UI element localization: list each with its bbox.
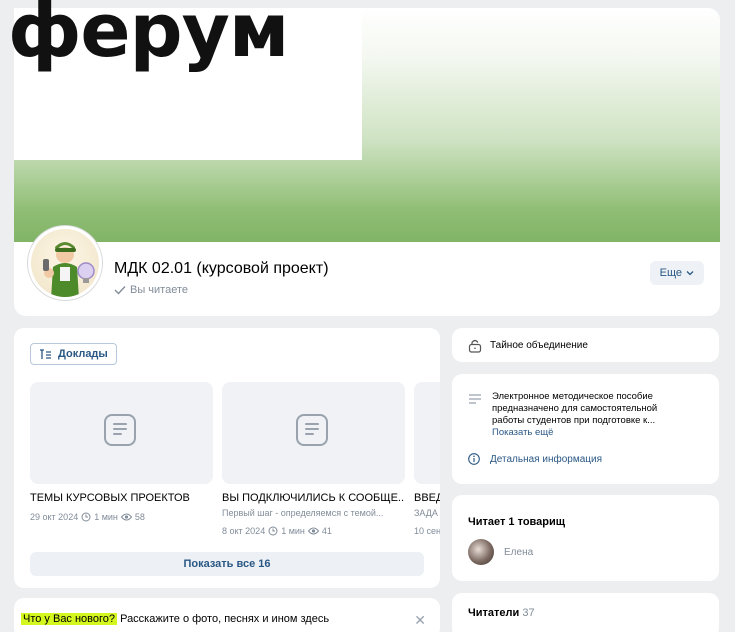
community-header: МДК 02.01 (курсовой проект) Вы читаете Е… — [14, 226, 720, 316]
article-title[interactable]: ТЕМЫ КУРСОВЫХ ПРОЕКТОВ — [30, 492, 213, 504]
article-icon — [296, 414, 328, 446]
article-views: 58 — [134, 512, 145, 522]
community-title: МДК 02.01 (курсовой проект) — [114, 260, 329, 277]
privacy-card: Тайное объединение — [452, 328, 719, 362]
clock-icon — [81, 512, 91, 522]
new-post-box[interactable]: Что у Вас нового? Расскажите о фото, пес… — [14, 598, 440, 632]
details-label: Детальная информация — [490, 453, 602, 465]
readers-card: Читатели 37 — [452, 593, 719, 632]
logo-panel: ферум — [8, 0, 362, 160]
info-icon — [468, 453, 480, 465]
article-date: 29 окт 2024 — [30, 512, 79, 522]
new-post-placeholder: Расскажите о фото, песнях и ином здесь — [120, 613, 330, 625]
article-date: 10 сен — [414, 526, 440, 536]
article-meta: 29 окт 2024 1 мин 58 — [30, 512, 145, 522]
article-cover[interactable] — [414, 382, 440, 484]
articles-tag-label: Доклады — [58, 348, 108, 360]
subscription-status[interactable]: Вы читаете — [114, 284, 188, 296]
article-read-time: 1 мин — [281, 526, 305, 536]
more-button-label: Еще — [659, 267, 682, 279]
article-views: 41 — [321, 526, 332, 536]
list-icon — [40, 348, 51, 359]
privacy-label: Тайное объединение — [490, 340, 588, 351]
friends-card: Читает 1 товарищ Елена — [452, 495, 719, 581]
description-icon — [469, 394, 481, 404]
article-subtitle: Первый шаг - определяемся с темой... — [222, 508, 384, 518]
article-title[interactable]: ВВЕД — [414, 492, 440, 504]
close-icon[interactable]: ✕ — [414, 612, 426, 629]
lock-icon — [468, 339, 482, 353]
readers-label: Читатели — [468, 607, 520, 619]
article-meta: 8 окт 2024 1 мин 41 — [222, 526, 332, 536]
readers-count: 37 — [522, 607, 535, 619]
description-card: Электронное методическое пособие предназ… — [452, 374, 719, 484]
description-text: Электронное методическое пособие предназ… — [492, 391, 692, 439]
show-all-button[interactable]: Показать все 16 — [30, 552, 424, 576]
community-avatar[interactable] — [28, 226, 102, 300]
articles-card: Доклады ТЕМЫ КУРСОВЫХ ПРОЕКТОВ 29 окт 20… — [14, 328, 440, 588]
more-button[interactable]: Еще — [649, 261, 704, 285]
eye-icon — [307, 527, 319, 535]
readers-title[interactable]: Читатели 37 — [468, 607, 535, 619]
article-cover[interactable] — [222, 382, 405, 484]
clock-icon — [268, 526, 278, 536]
checkmark-icon — [114, 286, 126, 295]
show-more-link[interactable]: Показать ещё — [492, 427, 692, 439]
article-subtitle: ЗАДА — [414, 508, 438, 518]
friend-item[interactable]: Елена — [468, 539, 533, 565]
avatar — [468, 539, 494, 565]
article-date: 8 окт 2024 — [222, 526, 266, 536]
article-read-time: 1 мин — [94, 512, 118, 522]
chevron-down-icon — [686, 271, 694, 276]
article-title[interactable]: ВЫ ПОДКЛЮЧИЛИСЬ К СООБЩЕ... — [222, 492, 405, 504]
article-icon — [104, 414, 136, 446]
new-post-prompt[interactable]: Что у Вас нового? Расскажите о фото, пес… — [21, 613, 329, 625]
article-cover[interactable] — [30, 382, 213, 484]
subscription-status-label: Вы читаете — [130, 284, 188, 296]
eye-icon — [120, 513, 132, 521]
articles-tag-button[interactable]: Доклады — [30, 343, 117, 365]
cover-image: ферум — [8, 0, 720, 248]
logo-text: ферум — [8, 0, 289, 74]
new-post-highlight: Что у Вас нового? — [21, 613, 118, 625]
friends-title[interactable]: Читает 1 товарищ — [468, 516, 565, 528]
details-link[interactable]: Детальная информация — [468, 453, 602, 465]
friend-name: Елена — [504, 546, 534, 558]
